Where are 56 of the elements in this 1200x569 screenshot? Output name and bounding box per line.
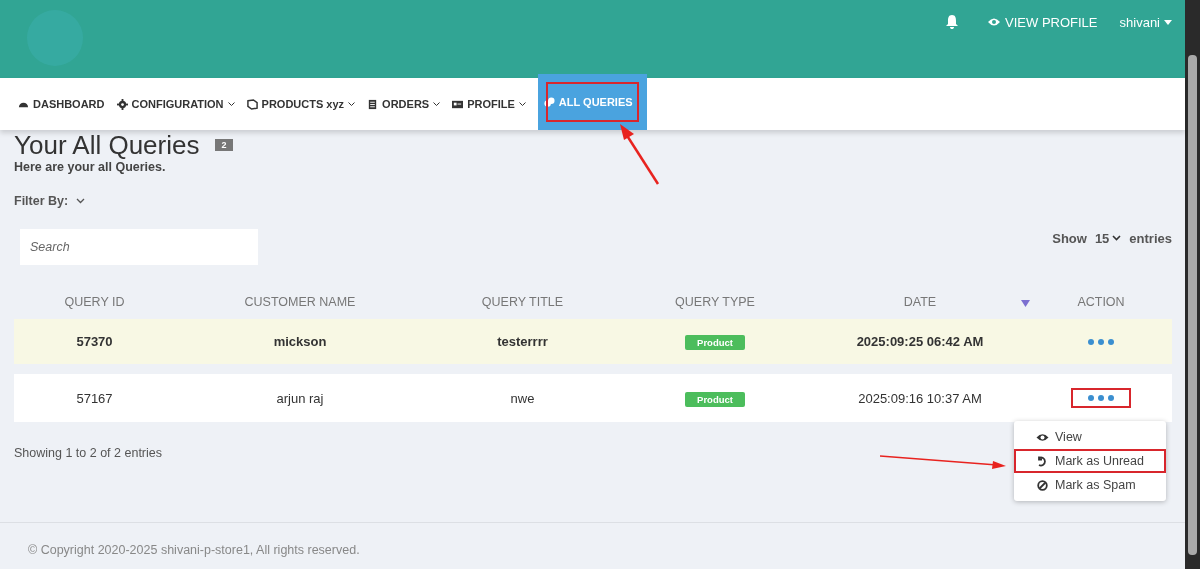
table-cell: 57167 [76, 390, 113, 406]
ban-icon [1036, 479, 1049, 491]
nav-tab[interactable]: DASHBOARD [18, 78, 111, 130]
entries-label: entries [1129, 230, 1172, 246]
page-title: Your All Queries [14, 130, 200, 160]
dots-icon [1087, 337, 1115, 346]
filter-dropdown[interactable]: Filter By: [14, 194, 86, 208]
column-header[interactable]: QUERY TITLE [425, 295, 620, 309]
caret-icon [1164, 19, 1172, 25]
entries-info: Showing 1 to 2 of 2 entries [14, 446, 163, 460]
entries-select[interactable]: 15 [1094, 230, 1122, 246]
chevron-icon [433, 101, 441, 107]
chevron-icon [1112, 235, 1122, 241]
column-header[interactable]: QUERY TYPE [620, 295, 810, 309]
nav-tab[interactable]: CONFIGURATION [116, 78, 241, 130]
dots-icon [1087, 394, 1115, 402]
chevron-icon [348, 101, 356, 107]
copyright-text: © Copyright 2020-2025 shivani-p-store1, All rights reserved. [28, 543, 360, 557]
nav-tab[interactable]: PRODUCTS xyz [246, 78, 362, 130]
menu-item[interactable]: View [1014, 425, 1166, 449]
undo-icon [1036, 455, 1049, 467]
table-cell: 2025:09:16 10:37 AM [858, 390, 982, 406]
table-cell: arjun raj [276, 390, 324, 406]
id-card-icon [452, 98, 464, 110]
sort-icon[interactable] [1021, 300, 1030, 307]
scrollbar[interactable] [1185, 0, 1200, 569]
gear-icon [116, 98, 128, 110]
column-header[interactable]: CUSTOMER NAME [175, 295, 425, 309]
more-button[interactable] [1071, 388, 1131, 408]
column-header[interactable]: QUERY ID [14, 295, 175, 309]
table-cell: 57370 [76, 334, 113, 349]
annotation-arrow [618, 122, 662, 186]
chevron-icon [227, 101, 235, 107]
clipboard-icon [367, 98, 379, 110]
nav-tab[interactable]: PROFILE [452, 78, 532, 130]
table-cell: nwe [510, 390, 535, 406]
column-header[interactable]: ACTION [1030, 295, 1172, 309]
menu-item[interactable]: Mark as Spam [1014, 473, 1166, 497]
type-tag: Product [685, 391, 745, 407]
page-subtitle: Here are your all Queries. [14, 160, 167, 174]
eye-icon [987, 17, 1002, 27]
nav-tab[interactable]: ORDERS [367, 78, 447, 130]
table-cell: mickson [273, 334, 327, 349]
eye-icon [1036, 431, 1049, 443]
chat-icon [543, 96, 555, 108]
chevron-icon [76, 198, 86, 204]
table-cell: testerrrr [497, 334, 548, 349]
table-cell: 2025:09:25 06:42 AM [856, 334, 984, 349]
count-badge: 2 [215, 139, 233, 151]
menu-item[interactable]: Mark as Unread [1014, 449, 1166, 473]
bell-icon[interactable] [945, 14, 960, 30]
chevron-icon [518, 101, 526, 107]
show-label: Show [1052, 230, 1087, 246]
type-tag: Product [685, 335, 745, 350]
search-field[interactable]: Search [20, 229, 258, 265]
column-header[interactable]: DATE [810, 295, 1030, 309]
